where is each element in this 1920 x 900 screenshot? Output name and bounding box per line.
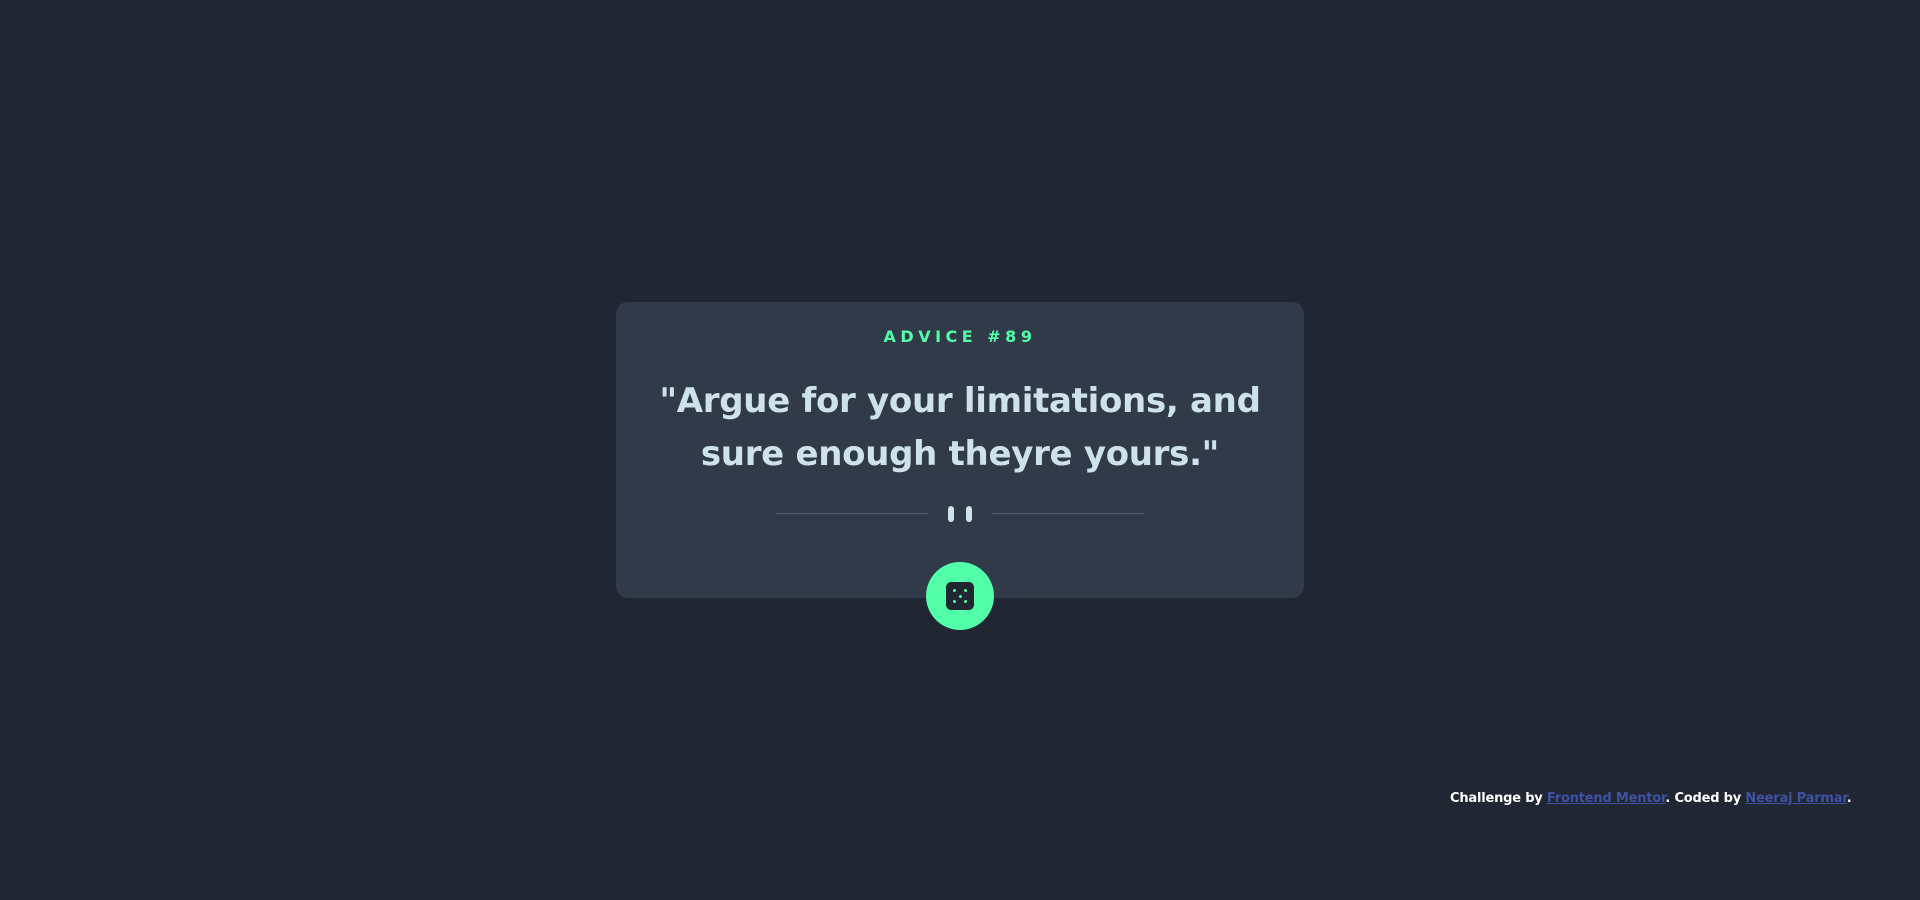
- attribution-challenge-text: Challenge by: [1450, 791, 1547, 806]
- advice-number-label: ADVICE #89: [883, 327, 1037, 346]
- new-advice-button[interactable]: [926, 562, 994, 630]
- divider: [776, 506, 1144, 522]
- dice-icon: [946, 582, 974, 610]
- pause-bar-left: [948, 506, 954, 522]
- attribution-coded-text: . Coded by: [1665, 791, 1746, 806]
- divider-line-left: [776, 513, 928, 514]
- dice-dot: [964, 600, 967, 603]
- pause-icon: [948, 506, 972, 522]
- attribution: Challenge by Frontend Mentor. Coded by N…: [1450, 791, 1852, 806]
- divider-line-right: [992, 513, 1144, 514]
- dice-dot: [958, 594, 962, 598]
- advice-quote: "Argue for your limitations, and sure en…: [659, 381, 1261, 474]
- dice-dot: [953, 600, 956, 603]
- attribution-end-text: .: [1846, 791, 1852, 806]
- author-link[interactable]: Neeraj Parmar: [1745, 791, 1847, 806]
- frontend-mentor-link[interactable]: Frontend Mentor: [1547, 791, 1666, 806]
- pause-bar-right: [966, 506, 972, 522]
- dice-dot: [964, 589, 967, 592]
- dice-dot: [953, 589, 956, 592]
- advice-card: ADVICE #89 "Argue for your limitations, …: [616, 302, 1304, 598]
